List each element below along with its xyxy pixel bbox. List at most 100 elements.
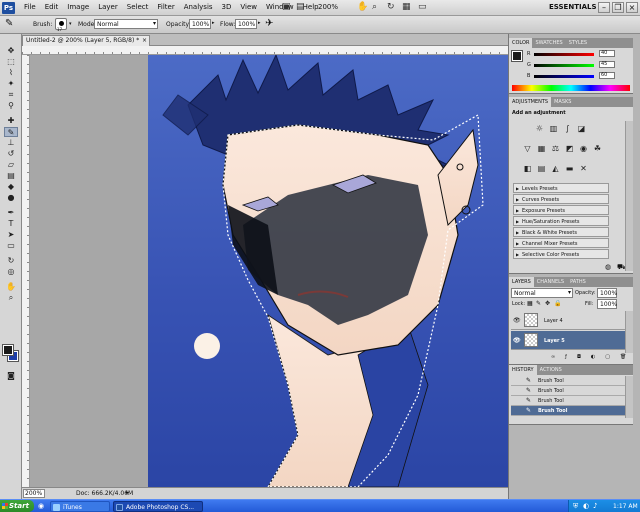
posterize-icon[interactable]: ▤: [537, 164, 546, 173]
close-document-icon[interactable]: ×: [142, 37, 147, 44]
type-icon[interactable]: T: [4, 219, 18, 229]
color-balance-icon[interactable]: ⚖: [551, 144, 560, 153]
delete-layer-icon[interactable]: 🗑: [620, 354, 626, 363]
preset-exposure[interactable]: Exposure Presets: [513, 205, 609, 215]
flow-field[interactable]: 100%: [235, 19, 257, 29]
curves-icon[interactable]: ∫: [563, 124, 572, 133]
tab-layers[interactable]: LAYERS: [509, 277, 534, 287]
airbrush-icon[interactable]: ✈: [265, 18, 273, 29]
eraser-icon[interactable]: ▱: [4, 160, 18, 170]
quick-select-icon[interactable]: ✦: [4, 79, 18, 89]
blue-slider[interactable]: B 60: [527, 72, 615, 80]
brightness-icon[interactable]: ☼: [535, 124, 544, 133]
preset-levels[interactable]: Levels Presets: [513, 183, 609, 193]
hand-tool-icon[interactable]: ✋: [357, 2, 368, 12]
menu-help[interactable]: Help: [303, 3, 319, 11]
blue-value[interactable]: 60: [599, 72, 615, 79]
brush-picker-arrow-icon[interactable]: ▾: [69, 21, 72, 27]
new-adjustment-icon[interactable]: ◐: [591, 354, 595, 363]
new-layer-icon[interactable]: ▢: [605, 354, 610, 363]
threshold-icon[interactable]: ◭: [551, 164, 560, 173]
add-mask-icon[interactable]: ◘: [577, 354, 581, 363]
gradient-map-icon[interactable]: ▬: [565, 164, 574, 173]
quick-mask-icon[interactable]: ◙: [4, 371, 18, 381]
minimize-icon[interactable]: –: [598, 2, 610, 13]
levels-icon[interactable]: ▥: [549, 124, 558, 133]
status-menu-arrow-icon[interactable]: ▸: [126, 489, 129, 496]
tab-actions[interactable]: ACTIONS: [537, 365, 565, 375]
tab-styles[interactable]: STYLES: [566, 38, 590, 48]
3d-camera-icon[interactable]: ◎: [4, 267, 18, 277]
shape-icon[interactable]: ▭: [4, 241, 18, 251]
zoom-tool-icon[interactable]: ⌕: [372, 2, 377, 12]
brush-preset-icon[interactable]: ✎: [5, 18, 13, 29]
black-white-icon[interactable]: ◩: [565, 144, 574, 153]
brush-icon[interactable]: ✎: [4, 127, 18, 137]
rotate-view-icon[interactable]: ↻: [387, 2, 395, 12]
menu-view[interactable]: View: [240, 3, 257, 11]
bridge-icon[interactable]: ▣: [282, 2, 291, 12]
preset-hue-saturation[interactable]: Hue/Saturation Presets: [513, 216, 609, 226]
green-value[interactable]: 45: [599, 61, 615, 68]
green-slider[interactable]: G 45: [527, 61, 615, 69]
history-item-current[interactable]: ✎ Brush Tool: [511, 406, 625, 416]
menu-analysis[interactable]: Analysis: [184, 3, 213, 11]
adjustments-scrollbar[interactable]: [625, 121, 633, 271]
history-item[interactable]: ✎ Brush Tool: [511, 386, 625, 396]
zoom-level-menu[interactable]: 200%: [318, 3, 338, 11]
fill-field[interactable]: 100%: [597, 299, 617, 309]
preset-selective-color[interactable]: Selective Color Presets: [513, 249, 609, 259]
zoom-icon[interactable]: ⌕: [4, 293, 18, 303]
flow-arrow-icon[interactable]: ▸: [258, 20, 261, 26]
tray-icon[interactable]: ⛨: [573, 502, 578, 511]
document-tab[interactable]: Untitled-2 @ 200% (Layer 5, RGB/8) * ×: [22, 35, 150, 46]
color-fg-swatch[interactable]: [511, 50, 523, 62]
red-value[interactable]: 40: [599, 50, 615, 57]
layer-style-icon[interactable]: ƒ: [565, 354, 567, 363]
menu-layer[interactable]: Layer: [98, 3, 118, 11]
opacity-arrow-icon[interactable]: ▸: [212, 20, 215, 26]
layer-opacity-field[interactable]: 100%: [597, 288, 617, 298]
preset-black-white[interactable]: Black & White Presets: [513, 227, 609, 237]
blend-mode-select[interactable]: Normal ▾: [511, 288, 573, 298]
layer-row[interactable]: 👁 Layer 4: [511, 311, 625, 330]
history-item[interactable]: ✎ Brush Tool: [511, 376, 625, 386]
gradient-icon[interactable]: ▤: [4, 171, 18, 181]
tray-icon[interactable]: ◐: [583, 502, 589, 510]
tray-icon[interactable]: ♪: [593, 502, 597, 510]
restore-icon[interactable]: ❐: [612, 2, 624, 13]
tab-adjustments[interactable]: ADJUSTMENTS: [509, 97, 552, 107]
eyedropper-icon[interactable]: ⚲: [4, 101, 18, 111]
workspace-switcher[interactable]: ESSENTIALS: [549, 3, 597, 11]
crop-icon[interactable]: ⌗: [4, 90, 18, 100]
history-brush-icon[interactable]: ↺: [4, 149, 18, 159]
lock-position-icon[interactable]: ✥: [545, 300, 550, 307]
mini-bridge-icon[interactable]: ▤: [296, 2, 305, 12]
task-photoshop[interactable]: Adobe Photoshop CS...: [113, 501, 203, 512]
menu-3d[interactable]: 3D: [222, 3, 232, 11]
3d-rotate-icon[interactable]: ↻: [4, 256, 18, 266]
layers-scrollbar[interactable]: [625, 311, 633, 353]
foreground-color-swatch[interactable]: [2, 344, 14, 356]
hue-saturation-icon[interactable]: ▦: [537, 144, 546, 153]
exposure-icon[interactable]: ◪: [577, 124, 586, 133]
pen-icon[interactable]: ✒: [4, 208, 18, 218]
task-itunes[interactable]: iTunes: [50, 501, 110, 512]
dodge-icon[interactable]: ●: [4, 193, 18, 203]
close-icon[interactable]: ×: [626, 2, 638, 13]
lasso-icon[interactable]: ⌇: [4, 68, 18, 78]
hand-icon[interactable]: ✋: [4, 282, 18, 292]
opacity-field[interactable]: 100%: [189, 19, 211, 29]
clip-to-layer-icon[interactable]: ◍: [605, 263, 611, 271]
lock-pixels-icon[interactable]: ✎: [536, 300, 541, 307]
mode-select[interactable]: Normal ▾: [94, 19, 158, 29]
marquee-icon[interactable]: ⬚: [4, 57, 18, 67]
history-scrollbar[interactable]: [625, 376, 633, 418]
visibility-eye-icon[interactable]: 👁: [513, 317, 521, 324]
start-button[interactable]: Start: [0, 500, 34, 512]
menu-file[interactable]: File: [24, 3, 36, 11]
healing-icon[interactable]: ✚: [4, 116, 18, 126]
vibrance-icon[interactable]: ▽: [523, 144, 532, 153]
preset-curves[interactable]: Curves Presets: [513, 194, 609, 204]
tab-swatches[interactable]: SWATCHES: [532, 38, 565, 48]
